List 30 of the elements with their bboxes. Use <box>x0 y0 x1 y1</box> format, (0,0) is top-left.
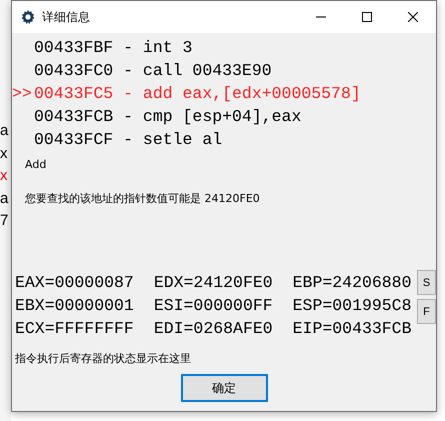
register-value: EDI=0268AFE0 <box>154 319 273 339</box>
disassembly-line: 00433FC5 - add eax,[edx+00005578] <box>34 84 361 103</box>
maximize-icon <box>362 12 372 22</box>
current-line-marker: >> <box>12 84 32 103</box>
background-text: a <box>0 121 8 141</box>
disassembly-line: 00433FCB - cmp [esp+04],eax <box>34 107 302 126</box>
background-text: x <box>0 166 8 186</box>
close-icon <box>408 12 418 22</box>
side-button[interactable]: F <box>417 299 436 324</box>
status-text: 指令执行后寄存器的状态显示在这里 <box>15 352 191 365</box>
register-value: ESI=000000FF <box>154 296 273 316</box>
window-title: 详细信息 <box>42 8 91 26</box>
register-value: ECX=FFFFFFFF <box>15 319 134 339</box>
register-value: EIP=00433FCB <box>292 319 412 339</box>
side-button[interactable]: S <box>417 270 436 295</box>
disassembly-line: 00433FCF - setle al <box>34 130 222 149</box>
ok-button[interactable]: 确定 <box>180 374 268 402</box>
register-value: EDX=24120FE0 <box>154 273 273 293</box>
register-value: EAX=00000087 <box>15 273 134 293</box>
pointer-hint-text: 您要查找的该地址的指针数值可能是 24120FE0 <box>25 190 260 206</box>
background-text: 7 <box>0 211 8 231</box>
gear-icon <box>20 9 36 25</box>
disassembly-line: 00433FBF - int 3 <box>34 38 192 57</box>
disassembly-line: 00433FC0 - call 00433E90 <box>34 61 272 80</box>
background-text: x <box>0 144 8 164</box>
background-text: a <box>0 188 8 208</box>
register-value: ESP=001995C8 <box>292 296 412 316</box>
register-value: EBP=24206880 <box>292 273 412 293</box>
mnemonic-label: Add <box>25 158 46 170</box>
register-value: EBX=00000001 <box>15 296 134 316</box>
